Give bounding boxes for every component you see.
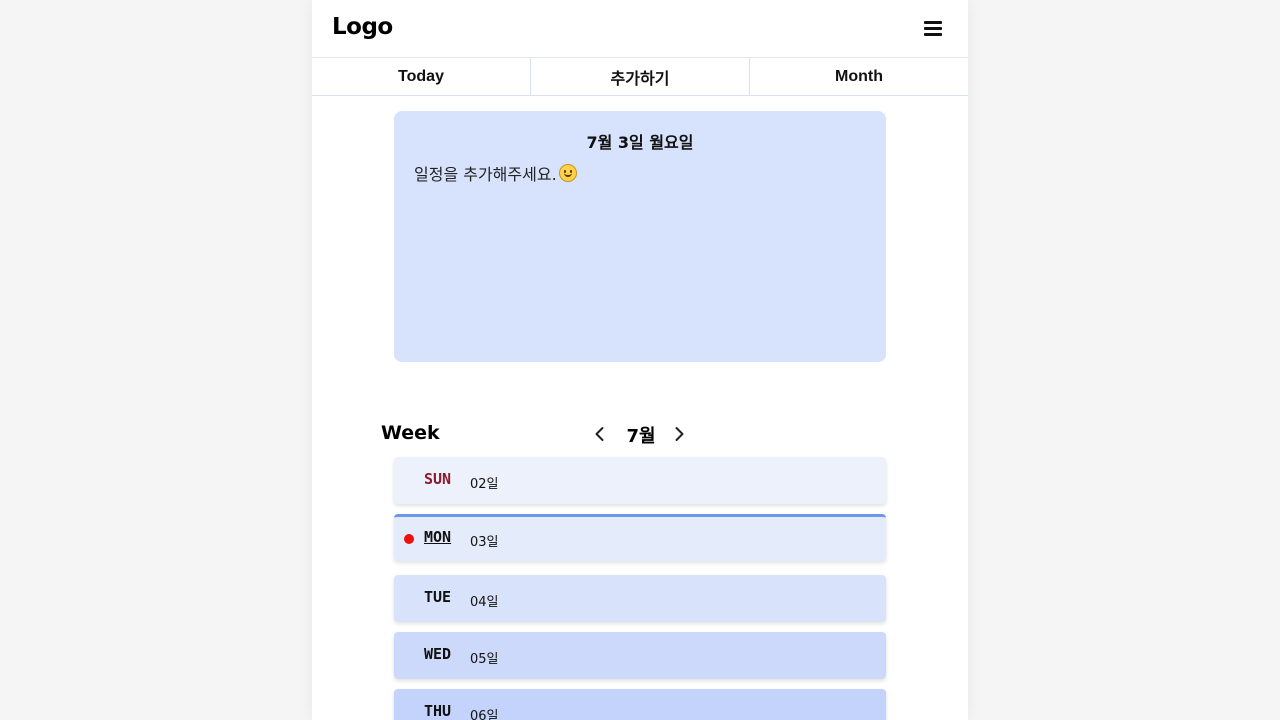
today-dot-icon [404,534,414,544]
current-month-label: 7월 [626,426,656,447]
weekday-label: THU [424,702,452,720]
tab-month[interactable]: Month [749,58,968,95]
empty-schedule-text: 일정을 추가해주세요. [414,165,557,184]
selected-day-card: 7월 3일 월요일 일정을 추가해주세요. [394,111,886,362]
tab-today[interactable]: Today [312,58,530,95]
top-header: Logo [312,0,968,58]
date-label: 06일 [470,709,499,720]
date-label: 02일 [470,477,499,492]
tab-add[interactable]: 추가하기 [530,58,749,95]
chevron-right-icon[interactable] [667,422,691,446]
weekday-label: MON [424,528,452,546]
smiling-face-icon [558,164,577,182]
weekday-label: TUE [424,588,452,606]
app-frame: Logo Today 추가하기 Month 7월 3일 월요일 일정을 추가해주… [312,0,968,720]
date-label: 04일 [470,595,499,610]
date-label: 05일 [470,652,499,667]
hamburger-menu-icon[interactable] [916,14,950,42]
weekday-label: WED [424,645,452,663]
week-day-row-wed[interactable]: WED 05일 [394,632,886,679]
week-label: Week [381,422,440,444]
selected-day-title: 7월 3일 월요일 [586,133,694,152]
date-label: 03일 [470,535,499,550]
tab-bar: Today 추가하기 Month [312,58,968,96]
empty-schedule-message: 일정을 추가해주세요. [414,161,577,185]
chevron-left-icon[interactable] [588,422,612,446]
week-day-row-thu[interactable]: THU 06일 [394,689,886,720]
week-day-row-tue[interactable]: TUE 04일 [394,575,886,622]
week-header: Week 7월 [312,418,968,450]
week-day-row-mon[interactable]: MON 03일 [394,514,886,561]
week-day-row-sun[interactable]: SUN 02일 [394,457,886,504]
weekday-label: SUN [424,470,452,488]
logo[interactable]: Logo [332,14,393,40]
